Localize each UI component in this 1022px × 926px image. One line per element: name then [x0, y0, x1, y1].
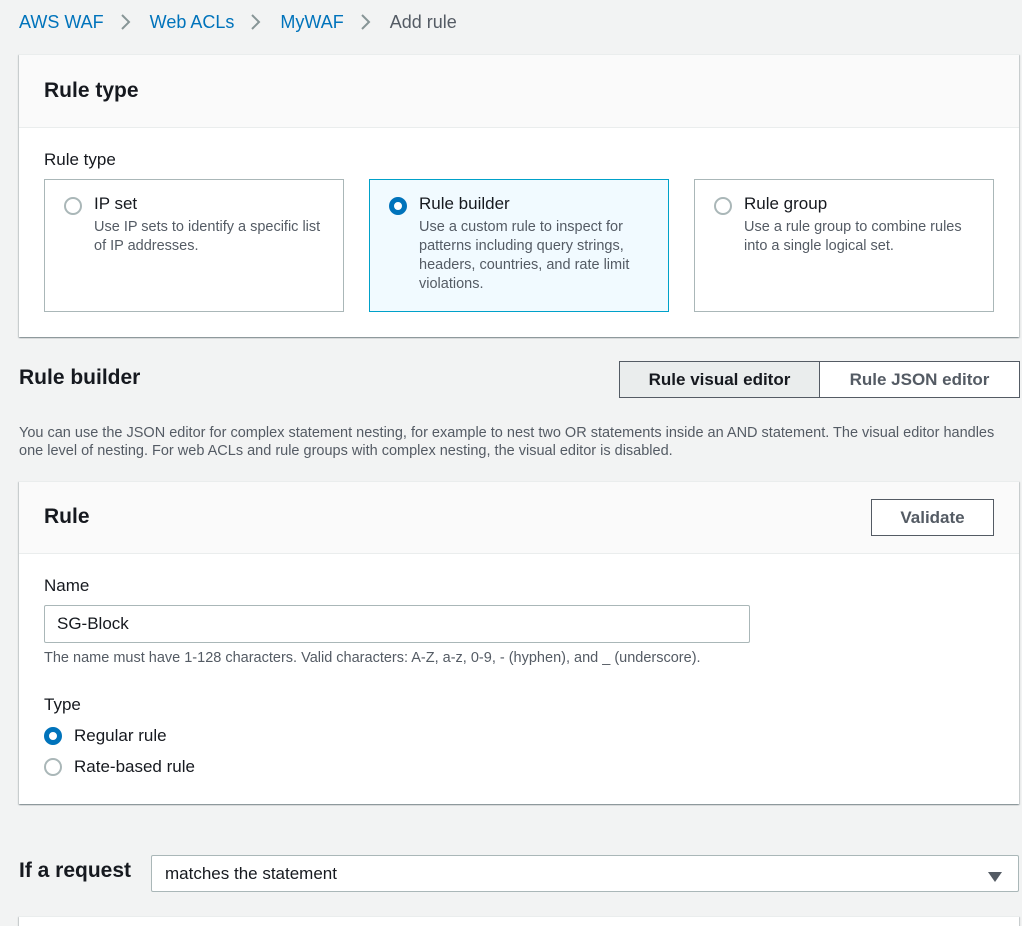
breadcrumb-current: Add rule	[389, 11, 457, 32]
rule-visual-editor-button[interactable]: Rule visual editor	[619, 361, 820, 398]
chevron-right-icon	[112, 11, 142, 33]
chevron-right-icon	[352, 11, 382, 33]
rule-panel: Rule Validate Name The name must have 1-…	[19, 481, 1019, 804]
name-hint: The name must have 1-128 characters. Val…	[44, 650, 701, 666]
breadcrumb-mywaf[interactable]: MyWAF	[280, 12, 343, 33]
validate-button[interactable]: Validate	[871, 499, 994, 536]
rate-based-rule-radio[interactable]	[44, 758, 62, 776]
name-input[interactable]	[44, 605, 750, 643]
rule-panel-title: Rule	[44, 505, 90, 528]
regular-rule-option[interactable]: Regular rule	[44, 726, 167, 746]
regular-rule-radio[interactable]	[44, 727, 62, 745]
if-a-request-label: If a request	[19, 859, 132, 882]
rule-type-panel-title: Rule type	[44, 79, 139, 102]
chevron-right-icon	[242, 11, 272, 33]
statement-panel	[19, 916, 1019, 926]
rate-based-rule-label: Rate-based rule	[74, 757, 195, 776]
breadcrumb: AWS WAF Web ACLs MyWAF Add rule	[19, 11, 457, 33]
rule-builder-radio[interactable]	[389, 197, 407, 215]
breadcrumb-aws-waf[interactable]: AWS WAF	[19, 12, 104, 33]
ip-set-radio[interactable]	[64, 197, 82, 215]
rule-builder-title: Rule builder	[19, 366, 141, 389]
rule-panel-header: Rule Validate	[19, 482, 1019, 554]
request-match-select-value: matches the statement	[165, 864, 337, 883]
rule-type-panel-header: Rule type	[19, 55, 1019, 128]
tile-description: Use a rule group to combine rules into a…	[744, 219, 962, 254]
tile-title: Rule group	[744, 194, 828, 213]
breadcrumb-web-acls[interactable]: Web ACLs	[150, 12, 235, 33]
type-label: Type	[44, 695, 81, 714]
rule-group-radio[interactable]	[714, 197, 732, 215]
tile-rule-group[interactable]: Rule group Use a rule group to combine r…	[694, 179, 994, 312]
tile-title: IP set	[94, 194, 138, 213]
regular-rule-label: Regular rule	[74, 726, 167, 745]
tile-rule-builder[interactable]: Rule builder Use a custom rule to inspec…	[369, 179, 669, 312]
rule-json-editor-button[interactable]: Rule JSON editor	[820, 361, 1020, 398]
tile-ip-set[interactable]: IP set Use IP sets to identify a specifi…	[44, 179, 344, 312]
tile-description: Use IP sets to identify a specific list …	[94, 219, 321, 254]
rule-builder-description: You can use the JSON editor for complex …	[19, 425, 995, 459]
caret-down-icon	[988, 869, 1002, 887]
editor-mode-toggle: Rule visual editor Rule JSON editor	[619, 361, 1020, 398]
rule-type-field-label: Rule type	[44, 150, 116, 169]
tile-description: Use a custom rule to inspect for pattern…	[419, 219, 630, 292]
request-match-select[interactable]: matches the statement	[151, 855, 1019, 892]
tile-title: Rule builder	[419, 194, 510, 213]
rate-based-rule-option[interactable]: Rate-based rule	[44, 757, 195, 777]
rule-type-panel: Rule type Rule type IP set Use IP sets t…	[19, 54, 1019, 337]
name-label: Name	[44, 576, 90, 595]
